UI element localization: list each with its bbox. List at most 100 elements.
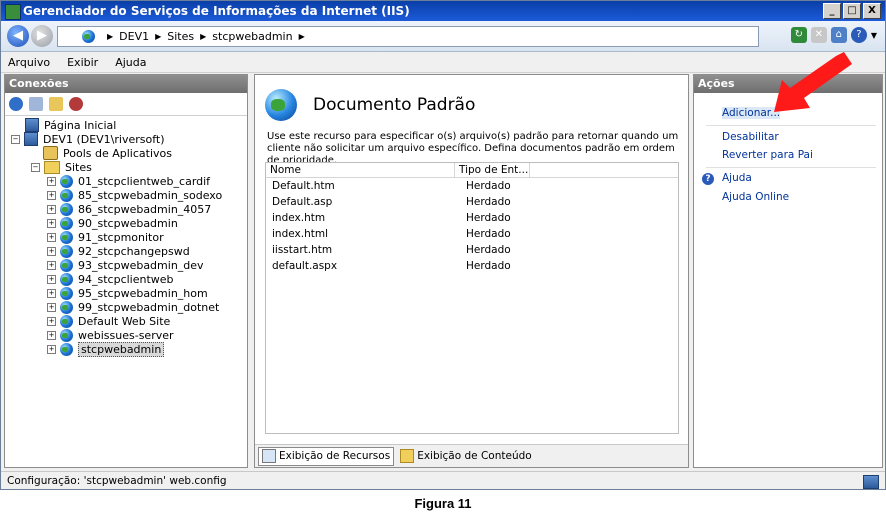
back-button[interactable]: ◀ xyxy=(7,25,29,47)
stop-icon[interactable]: ✕ xyxy=(810,27,827,43)
expand-icon[interactable]: + xyxy=(47,344,56,354)
expand-icon[interactable]: + xyxy=(47,330,56,340)
list-item[interactable]: Default.htm Herdado xyxy=(266,178,678,194)
features-view-icon xyxy=(262,449,276,463)
tree-node-site-selected[interactable]: + stcpwebadmin xyxy=(47,341,165,357)
expand-icon[interactable]: + xyxy=(47,218,56,228)
status-text: Configuração: 'stcpwebadmin' web.config xyxy=(7,475,227,487)
disconnect-icon[interactable] xyxy=(69,97,83,111)
iis-app-icon xyxy=(5,4,21,20)
expand-icon[interactable]: + xyxy=(47,274,56,284)
page-title: Documento Padrão xyxy=(313,95,476,115)
collapse-icon[interactable]: − xyxy=(11,134,20,144)
save-icon[interactable] xyxy=(29,97,43,111)
tree-node-site[interactable]: +85_stcpwebadmin_sodexo xyxy=(47,188,222,202)
site-globe-icon xyxy=(60,272,73,286)
tree-node-site[interactable]: +90_stcpwebadmin xyxy=(47,216,178,230)
window-title: Gerenciador do Serviços de Informações d… xyxy=(23,4,410,18)
expand-icon[interactable]: + xyxy=(47,302,56,312)
minimize-button[interactable]: _ xyxy=(823,3,841,19)
site-globe-icon xyxy=(60,244,73,258)
help-dropdown-icon[interactable]: ▼ xyxy=(871,31,877,40)
title-bar[interactable]: Gerenciador do Serviços de Informações d… xyxy=(1,1,885,21)
breadcrumb-dev1[interactable]: DEV1 xyxy=(119,30,149,43)
site-globe-icon xyxy=(60,342,73,356)
tree-node-site[interactable]: +91_stcpmonitor xyxy=(47,230,164,244)
actions-pane: Ações Adicionar... Desabilitar Reverter … xyxy=(693,74,883,468)
tree-node-app-pools[interactable]: Pools de Aplicativos xyxy=(43,146,172,160)
expand-icon[interactable]: + xyxy=(47,176,56,186)
app-pools-icon xyxy=(43,146,58,160)
tree-node-site[interactable]: +99_stcpwebadmin_dotnet xyxy=(47,300,219,314)
tree-node-site[interactable]: +93_stcpwebadmin_dev xyxy=(47,258,204,272)
menu-arquivo[interactable]: Arquivo xyxy=(8,56,50,69)
breadcrumb-separator-icon: ▶ xyxy=(200,32,207,41)
maximize-button[interactable]: □ xyxy=(843,3,861,19)
tree-node-site[interactable]: + Default Web Site xyxy=(47,314,170,328)
help-icon: ? xyxy=(702,173,714,185)
action-online-help[interactable]: Ajuda Online xyxy=(722,191,789,203)
breadcrumb: ▶ DEV1 ▶ Sites ▶ stcpwebadmin ▶ xyxy=(101,30,311,43)
expand-icon[interactable]: + xyxy=(47,232,56,242)
default-site-globe-icon xyxy=(60,314,73,328)
red-arrow-annotation-icon xyxy=(774,52,852,112)
breadcrumb-stcpwebadmin[interactable]: stcpwebadmin xyxy=(212,30,292,43)
site-globe-icon xyxy=(60,230,73,244)
close-button[interactable]: X xyxy=(863,3,881,19)
server-icon xyxy=(24,132,38,146)
tree-node-site[interactable]: +86_stcpwebadmin_4057 xyxy=(47,202,211,216)
action-revert-to-parent[interactable]: Reverter para Pai xyxy=(722,149,813,161)
site-globe-icon xyxy=(60,216,73,230)
breadcrumb-separator-icon: ▶ xyxy=(107,32,114,41)
breadcrumb-sites[interactable]: Sites xyxy=(167,30,194,43)
action-help[interactable]: Ajuda xyxy=(722,172,752,184)
list-item[interactable]: default.aspx Herdado xyxy=(266,258,678,274)
expand-icon[interactable]: + xyxy=(47,190,56,200)
connections-pane: Conexões Página Inicial − DEV1 (DEV1\riv… xyxy=(4,74,248,468)
expand-icon[interactable]: + xyxy=(47,204,56,214)
menu-ajuda[interactable]: Ajuda xyxy=(115,56,146,69)
expand-icon[interactable]: + xyxy=(47,288,56,298)
tab-features-view[interactable]: Exibição de Recursos xyxy=(258,446,395,466)
default-documents-list[interactable]: Nome Tipo de Ent... Default.htm Herdado D… xyxy=(265,162,679,434)
expand-icon[interactable]: + xyxy=(47,246,56,256)
action-disable[interactable]: Desabilitar xyxy=(722,131,779,143)
forward-button[interactable]: ▶ xyxy=(31,25,53,47)
tree-node-site[interactable]: +95_stcpwebadmin_hom xyxy=(47,286,208,300)
up-folder-icon[interactable] xyxy=(49,97,63,111)
list-item[interactable]: iisstart.htm Herdado xyxy=(266,242,678,258)
list-item[interactable]: Default.asp Herdado xyxy=(266,194,678,210)
list-item[interactable]: index.html Herdado xyxy=(266,226,678,242)
tree-node-site[interactable]: +01_stcpclientweb_cardif xyxy=(47,174,210,188)
refresh-icon[interactable]: ↻ xyxy=(790,27,807,43)
home-icon[interactable]: ⌂ xyxy=(830,27,847,43)
help-icon[interactable]: ? xyxy=(850,27,867,43)
breadcrumb-separator-icon: ▶ xyxy=(298,32,305,41)
column-header-entry-type[interactable]: Tipo de Ent... xyxy=(455,163,530,177)
site-globe-icon xyxy=(60,286,73,300)
figure-caption: Figura 11 xyxy=(414,496,472,511)
tree-node-sites[interactable]: − Sites xyxy=(31,160,92,174)
sites-folder-icon xyxy=(44,160,60,174)
tree-node-site[interactable]: +94_stcpclientweb xyxy=(47,272,174,286)
connect-icon[interactable] xyxy=(9,97,23,111)
expand-icon[interactable]: + xyxy=(47,260,56,270)
site-globe-icon xyxy=(60,328,73,342)
address-bar[interactable]: ▶ DEV1 ▶ Sites ▶ stcpwebadmin ▶ xyxy=(57,26,759,47)
tab-content-view[interactable]: Exibição de Conteúdo xyxy=(397,448,535,465)
collapse-icon[interactable]: − xyxy=(31,162,40,172)
feature-header: Documento Padrão xyxy=(265,89,475,121)
content-view-icon xyxy=(400,449,415,463)
tree-node-start-page[interactable]: Página Inicial xyxy=(25,118,116,132)
expand-icon[interactable]: + xyxy=(47,316,56,326)
site-globe-icon xyxy=(60,188,73,202)
navigation-bar: ◀ ▶ ▶ DEV1 ▶ Sites ▶ stcpwebadmin ▶ ↻ ✕ … xyxy=(1,21,885,52)
connections-toolbar xyxy=(5,93,247,116)
tree-node-server[interactable]: − DEV1 (DEV1\riversoft) xyxy=(11,132,165,146)
view-tabs: Exibição de Recursos Exibição de Conteúd… xyxy=(255,444,688,467)
menu-exibir[interactable]: Exibir xyxy=(67,56,98,69)
tree-node-site[interactable]: + webissues-server xyxy=(47,328,174,342)
list-item[interactable]: index.htm Herdado xyxy=(266,210,678,226)
column-header-name[interactable]: Nome xyxy=(266,163,455,177)
tree-node-site[interactable]: +92_stcpchangepswd xyxy=(47,244,190,258)
